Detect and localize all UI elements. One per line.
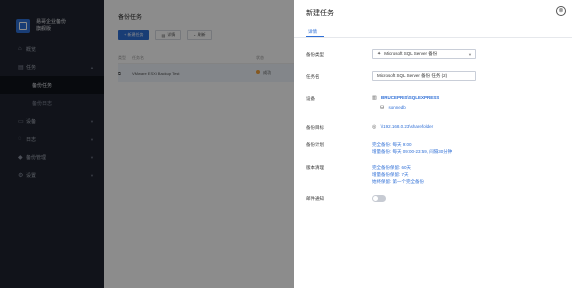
email-label: 邮件通知	[306, 196, 324, 201]
backup-type-label: 备份类型	[306, 52, 324, 57]
task-name-input[interactable]: Microsoft SQL Server 备份 任务 (2)	[372, 71, 476, 81]
modal-overlay[interactable]	[0, 0, 294, 288]
server-icon: ▥	[372, 95, 377, 101]
retention-incremental[interactable]: 增量备份保留: 7天	[372, 172, 409, 178]
backup-target-label: 备份目标	[306, 125, 324, 130]
device-label: 设备	[306, 96, 315, 101]
retention-label: 版本清理	[306, 165, 324, 170]
schedule-label: 备份计划	[306, 142, 324, 147]
retention-always[interactable]: 始终保留: 第一个完全备份	[372, 179, 424, 185]
schedule-incremental[interactable]: 增量备份: 每天 09:00-23:59, 间隔30分钟	[372, 149, 452, 155]
tab-details[interactable]: 详情	[308, 29, 317, 35]
backup-target-link[interactable]: ◎ \\192.168.0.23\sharefolder	[372, 124, 433, 130]
database-icon: ⛁	[380, 105, 385, 111]
close-icon[interactable]: ⊗	[556, 6, 566, 16]
chevron-down-icon: ▼	[468, 51, 472, 57]
divider	[294, 37, 572, 38]
email-toggle[interactable]	[372, 195, 386, 202]
device-name-link[interactable]: ▥ BRUCEPRIS\SQLEXPRESS	[372, 95, 439, 101]
task-name-label: 任务名	[306, 74, 320, 79]
globe-icon: ◎	[372, 124, 377, 130]
schedule-full[interactable]: 完全备份: 每天 9:00	[372, 142, 412, 148]
retention-full[interactable]: 完全备份保留: 60天	[372, 165, 411, 171]
drawer-title: 新建任务	[306, 10, 334, 17]
sql-server-icon: ✦	[377, 51, 382, 57]
database-item: ⛁ sonnedb	[380, 105, 406, 111]
new-task-drawer: 新建任务 ⊗ 详情 备份类型 ✦ Microsoft SQL Server 备份…	[294, 0, 572, 288]
backup-type-select[interactable]: ✦ Microsoft SQL Server 备份 ▼	[372, 49, 476, 59]
